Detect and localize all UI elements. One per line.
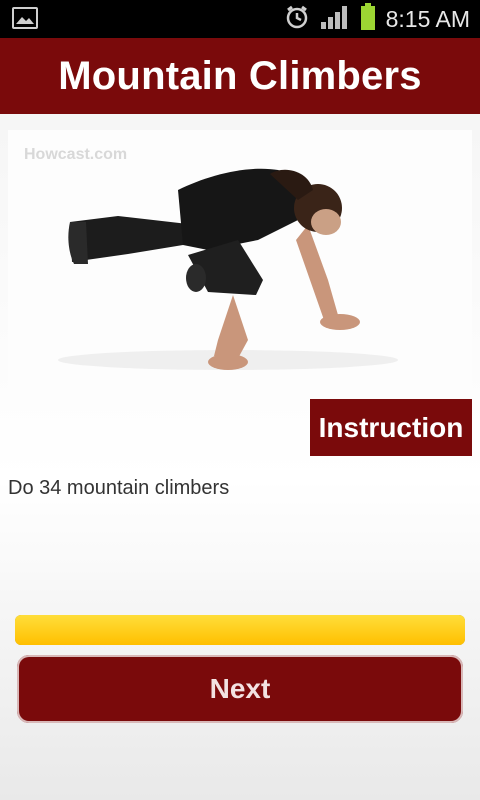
- instruction-tab[interactable]: Instruction: [310, 399, 472, 456]
- alarm-icon: [284, 4, 310, 35]
- video-watermark: Howcast.com: [24, 146, 128, 163]
- signal-icon: [320, 4, 350, 35]
- progress-fill: [15, 615, 465, 645]
- status-icons: 8:15 AM: [284, 0, 470, 38]
- instruction-text: Do 34 mountain climbers: [8, 477, 230, 499]
- page-title: Mountain Climbers: [58, 53, 422, 98]
- battery-icon: [360, 2, 376, 36]
- status-bar: 8:15 AM: [0, 0, 480, 38]
- gallery-icon: [12, 7, 38, 29]
- progress-bar: [15, 615, 465, 645]
- title-bar: Mountain Climbers: [0, 38, 480, 114]
- clock: 8:15 AM: [385, 5, 470, 32]
- next-button[interactable]: Next: [17, 655, 463, 723]
- exercise-illustration: [58, 168, 398, 370]
- exercise-video[interactable]: Howcast.com: [8, 130, 472, 390]
